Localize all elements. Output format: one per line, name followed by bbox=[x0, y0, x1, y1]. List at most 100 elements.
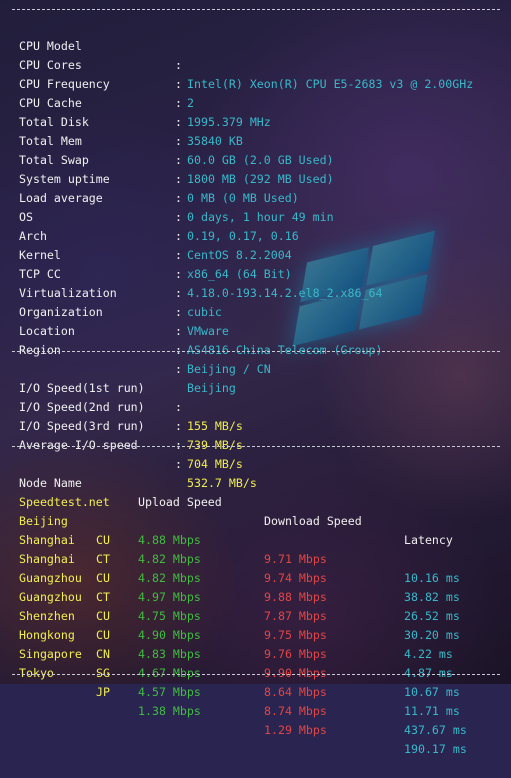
colon: : bbox=[175, 457, 182, 471]
info-value: 1995.379 MHz bbox=[187, 115, 271, 129]
node-isp: CN bbox=[96, 647, 110, 661]
latency: 190.17 ms bbox=[404, 742, 467, 756]
speedtest-row: Shanghai CU 4.97 Mbps 7.87 Mbps 30.20 ms bbox=[12, 531, 460, 642]
colon: : bbox=[175, 419, 182, 433]
download-speed: 8.74 Mbps bbox=[264, 704, 327, 718]
info-row-os: OS : CentOS 8.2.2004 bbox=[12, 189, 292, 262]
info-value: Beijing / CN bbox=[187, 362, 271, 376]
info-row-tcp-cc: TCP CC : cubic bbox=[12, 246, 222, 319]
info-row-load-average: Load average : 0.19, 0.17, 0.16 bbox=[12, 170, 299, 243]
speedtest-row: Singapore SG 4.57 Mbps 8.74 Mbps 437.67 … bbox=[12, 626, 467, 737]
info-value: 2 bbox=[187, 96, 194, 110]
speedtest-row: Speedtest.net 4.88 Mbps 9.71 Mbps 10.16 … bbox=[12, 474, 460, 585]
info-value: Beijing bbox=[187, 381, 236, 395]
speedtest-row: Guangzhou CT 4.75 Mbps 9.75 Mbps 4.22 ms bbox=[12, 550, 453, 661]
download-speed: 1.29 Mbps bbox=[264, 723, 327, 737]
info-row-location: Location : Beijing / CN bbox=[12, 303, 271, 376]
upload-speed: 4.90 Mbps bbox=[138, 628, 201, 642]
info-value: VMware bbox=[187, 324, 229, 338]
upload-speed: 1.38 Mbps bbox=[138, 704, 201, 718]
colon: : bbox=[175, 305, 182, 319]
latency: 10.67 ms bbox=[404, 685, 460, 699]
speedtest-row: Tokyo JP 1.38 Mbps 1.29 Mbps 190.17 ms bbox=[12, 645, 467, 756]
separator-line bbox=[12, 446, 500, 447]
download-speed: 8.64 Mbps bbox=[264, 685, 327, 699]
upload-speed: 4.82 Mbps bbox=[138, 552, 201, 566]
latency: 4.22 ms bbox=[404, 647, 453, 661]
download-speed: 9.74 Mbps bbox=[264, 571, 327, 585]
info-value: 35840 KB bbox=[187, 134, 243, 148]
colon: : bbox=[175, 115, 182, 129]
header-upload-speed: Upload Speed bbox=[138, 495, 222, 509]
info-value: Intel(R) Xeon(R) CPU E5-2683 v3 @ 2.00GH… bbox=[187, 77, 474, 91]
node-isp: CU bbox=[96, 628, 110, 642]
io-row-average: Average I/O speed : 532.7 MB/s bbox=[12, 417, 257, 490]
separator-line bbox=[12, 674, 500, 675]
info-value: CentOS 8.2.2004 bbox=[187, 248, 292, 262]
latency: 30.20 ms bbox=[404, 628, 460, 642]
upload-speed: 4.83 Mbps bbox=[138, 647, 201, 661]
download-speed: 9.88 Mbps bbox=[264, 590, 327, 604]
node-isp: CT bbox=[96, 590, 110, 604]
io-row-run2: I/O Speed(2nd run) : 739 MB/s bbox=[12, 379, 243, 452]
upload-speed: 4.88 Mbps bbox=[138, 533, 201, 547]
speedtest-row: Shanghai CT 4.82 Mbps 9.88 Mbps 26.52 ms bbox=[12, 512, 460, 623]
terminal-output: CPU Model : Intel(R) Xeon(R) CPU E5-2683… bbox=[0, 0, 511, 756]
colon: : bbox=[175, 400, 182, 414]
info-row-total-mem: Total Mem : 1800 MB (292 MB Used) bbox=[12, 113, 334, 186]
node-isp: CU bbox=[96, 609, 110, 623]
node-isp: CU bbox=[96, 533, 110, 547]
info-value: cubic bbox=[187, 305, 222, 319]
colon: : bbox=[175, 153, 182, 167]
info-row-system-uptime: System uptime : 0 days, 1 hour 49 min bbox=[12, 151, 334, 224]
colon: : bbox=[175, 58, 182, 72]
colon: : bbox=[175, 362, 182, 376]
colon: : bbox=[175, 172, 182, 186]
colon: : bbox=[175, 134, 182, 148]
info-row-virtualization: Virtualization : VMware bbox=[12, 265, 229, 338]
info-row-kernel: Kernel : 4.18.0-193.14.2.el8_2.x86_64 bbox=[12, 227, 382, 300]
download-speed: 7.87 Mbps bbox=[264, 609, 327, 623]
speedtest-row: Guangzhou CU 4.90 Mbps 9.76 Mbps 4.87 ms bbox=[12, 569, 453, 680]
info-row-arch: Arch : x86_64 (64 Bit) bbox=[12, 208, 292, 281]
download-speed: 9.71 Mbps bbox=[264, 552, 327, 566]
info-value: 1800 MB (292 MB Used) bbox=[187, 172, 334, 186]
info-row-organization: Organization : AS4816 China Telecom (Gro… bbox=[12, 284, 382, 357]
info-value: x86_64 (64 Bit) bbox=[187, 267, 292, 281]
latency: 11.71 ms bbox=[404, 704, 460, 718]
node-isp: CT bbox=[96, 552, 110, 566]
info-row-cpu-cache: CPU Cache : 35840 KB bbox=[12, 75, 243, 148]
colon: : bbox=[175, 324, 182, 338]
latency: 437.67 ms bbox=[404, 723, 467, 737]
speedtest-row: Hongkong CN 4.67 Mbps 8.64 Mbps 11.71 ms bbox=[12, 607, 460, 718]
colon: : bbox=[175, 210, 182, 224]
colon: : bbox=[175, 267, 182, 281]
upload-speed: 4.97 Mbps bbox=[138, 590, 201, 604]
colon: : bbox=[175, 286, 182, 300]
download-speed: 9.76 Mbps bbox=[264, 647, 327, 661]
colon: : bbox=[175, 77, 182, 91]
info-row-cpu-frequency: CPU Frequency : 1995.379 MHz bbox=[12, 56, 271, 129]
header-latency: Latency bbox=[404, 533, 453, 547]
colon: : bbox=[175, 229, 182, 243]
info-value: 0.19, 0.17, 0.16 bbox=[187, 229, 299, 243]
info-row-cpu-cores: CPU Cores : 2 bbox=[12, 37, 194, 110]
header-download-speed: Download Speed bbox=[264, 514, 362, 528]
io-row-run3: I/O Speed(3rd run) : 704 MB/s bbox=[12, 398, 243, 471]
info-row-region: Region : Beijing bbox=[12, 322, 236, 395]
separator-line bbox=[12, 9, 500, 10]
download-speed: 9.75 Mbps bbox=[264, 628, 327, 642]
upload-speed: 4.75 Mbps bbox=[138, 609, 201, 623]
colon: : bbox=[175, 248, 182, 262]
latency: 10.16 ms bbox=[404, 571, 460, 585]
latency: 26.52 ms bbox=[404, 609, 460, 623]
speedtest-row: Shenzhen CU 4.83 Mbps 9.90 Mbps 10.67 ms bbox=[12, 588, 460, 699]
info-value: 60.0 GB (2.0 GB Used) bbox=[187, 153, 334, 167]
speedtest-row: Beijing CU 4.82 Mbps 9.74 Mbps 38.82 ms bbox=[12, 493, 460, 604]
info-value: 0 days, 1 hour 49 min bbox=[187, 210, 334, 224]
io-value: 155 MB/s bbox=[187, 419, 243, 433]
latency: 38.82 ms bbox=[404, 590, 460, 604]
io-value: 532.7 MB/s bbox=[187, 476, 257, 490]
info-row-total-disk: Total Disk : 60.0 GB (2.0 GB Used) bbox=[12, 94, 334, 167]
upload-speed: 4.57 Mbps bbox=[138, 685, 201, 699]
